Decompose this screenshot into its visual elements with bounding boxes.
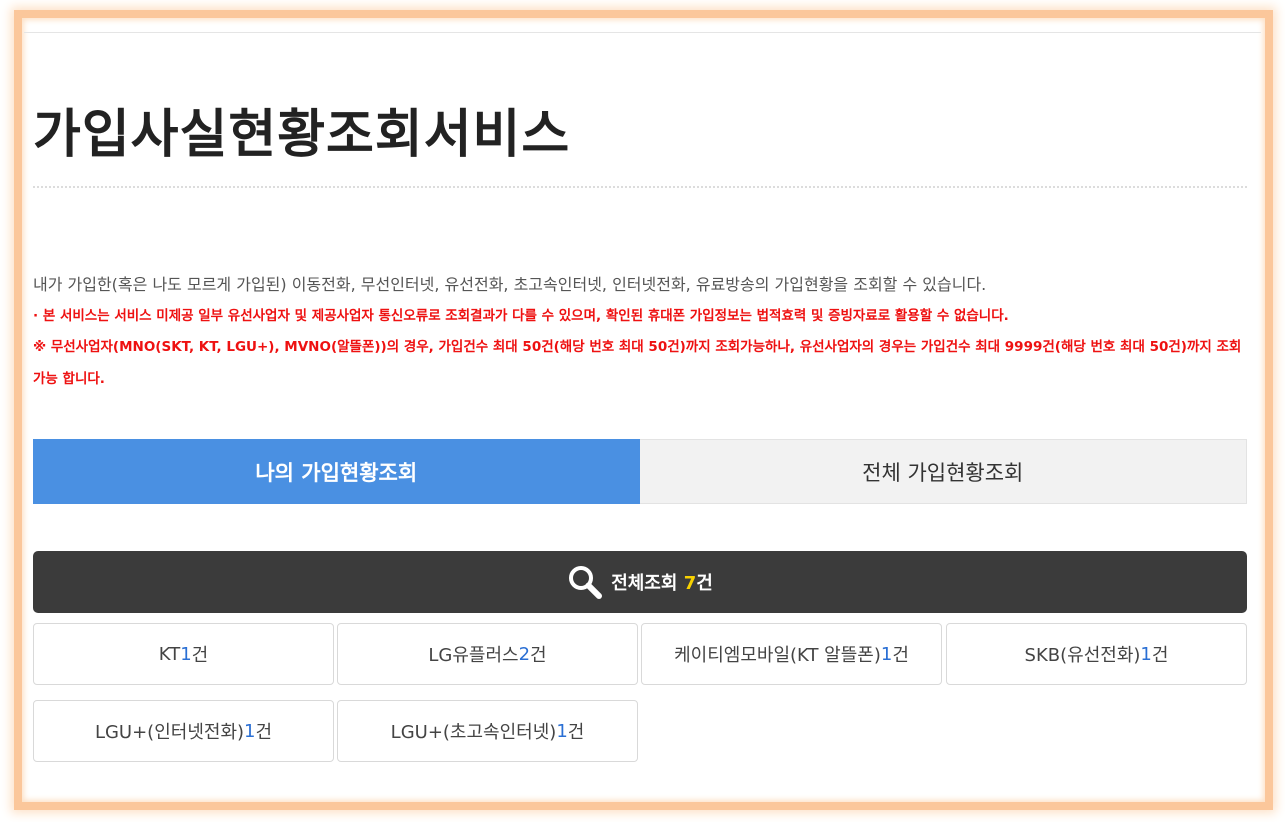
carrier-name: LGU+(인터넷전화)	[94, 722, 245, 743]
carrier-name: LG유플러스	[428, 645, 519, 666]
page-title: 가입사실현황조회서비스	[33, 105, 571, 165]
total-query-button[interactable]: 전체조회 7건	[33, 551, 1247, 613]
total-count-unit: 건	[696, 573, 713, 594]
total-query-label: 전체조회	[611, 573, 684, 594]
carrier-count: 1	[1140, 643, 1152, 665]
carrier-button-lg-uplus[interactable]: LG유플러스 2 건	[337, 623, 638, 685]
carrier-button-lgu-broadband[interactable]: LGU+(초고속인터넷) 1 건	[337, 700, 638, 762]
notice-limit: ※ 무선사업자(MNO(SKT, KT, LGU+), MVNO(알뜰폰))의 …	[33, 339, 1242, 387]
carrier-name: SKB(유선전화)	[1024, 645, 1141, 666]
carrier-count-unit: 건	[892, 645, 909, 666]
carrier-button-skb[interactable]: SKB(유선전화) 1 건	[946, 623, 1247, 685]
search-icon	[569, 566, 603, 599]
carrier-count-unit: 건	[530, 645, 547, 666]
total-count: 7	[683, 573, 697, 594]
carrier-button-lgu-internet-phone[interactable]: LGU+(인터넷전화) 1 건	[33, 700, 334, 762]
carrier-count-unit: 건	[255, 722, 273, 743]
carrier-count-unit: 건	[1151, 645, 1169, 666]
carrier-count-unit: 건	[191, 645, 209, 666]
carrier-count: 1	[180, 643, 192, 665]
tab-bar: 나의 가입현황조회 전체 가입현황조회	[33, 439, 1247, 504]
carrier-count: 2	[518, 643, 531, 665]
carrier-count: 1	[880, 643, 893, 665]
top-divider	[24, 32, 1261, 33]
notice-legal: · 본 서비스는 서비스 미제공 일부 유선사업자 및 제공사업자 통신오류로 …	[33, 308, 1009, 324]
carrier-name: LGU+(초고속인터넷)	[390, 722, 557, 743]
service-description: 내가 가입한(혹은 나도 모르게 가입된) 이동전화, 무선인터넷, 유선전화,…	[33, 275, 987, 294]
carrier-name: KT	[158, 643, 181, 665]
tab-my-subscriptions[interactable]: 나의 가입현황조회	[33, 439, 640, 504]
title-divider	[33, 186, 1247, 188]
carrier-name: 케이티엠모바일(KT 알뜰폰)	[674, 645, 881, 666]
carrier-button-kt[interactable]: KT 1 건	[33, 623, 334, 685]
carrier-count: 1	[556, 720, 568, 742]
tab-all-subscriptions[interactable]: 전체 가입현황조회	[639, 439, 1247, 504]
carrier-count: 1	[244, 720, 256, 742]
carrier-count-unit: 건	[567, 722, 585, 743]
carrier-button-kt-mmobile[interactable]: 케이티엠모바일(KT 알뜰폰) 1 건	[641, 623, 942, 685]
